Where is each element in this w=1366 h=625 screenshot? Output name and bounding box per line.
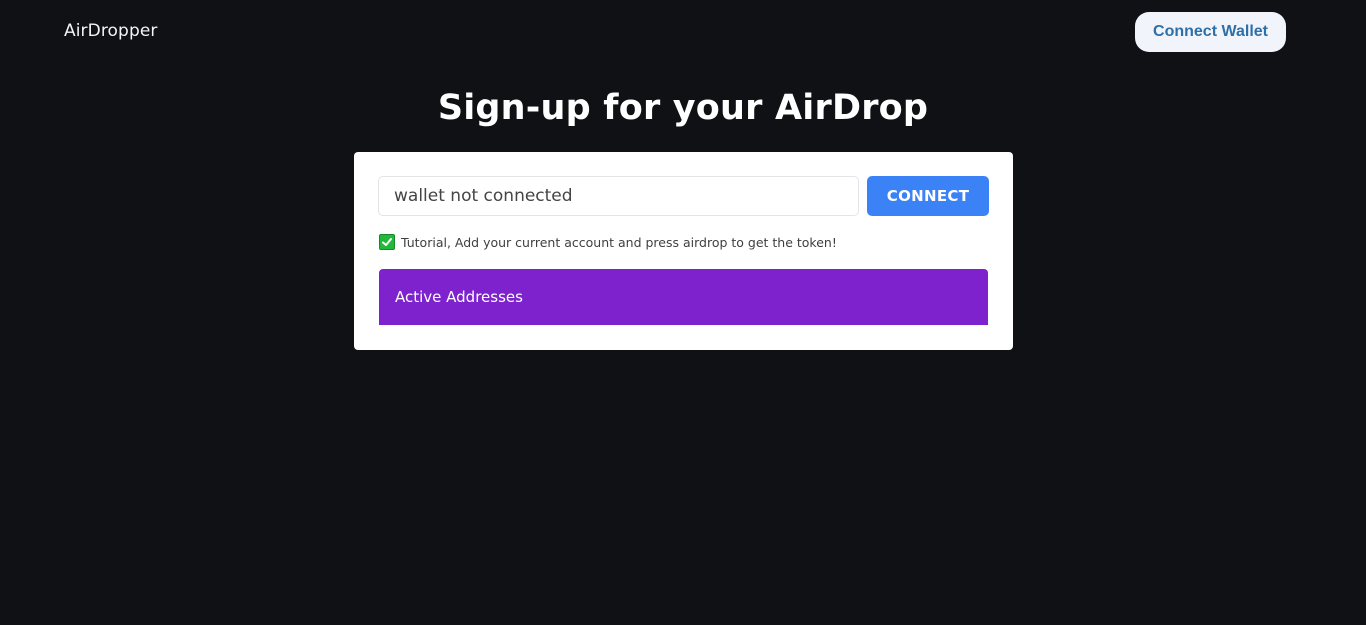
- page: AirDropper Connect Wallet Sign-up for yo…: [0, 0, 1366, 625]
- check-mark-icon: [379, 234, 395, 250]
- wallet-address-input[interactable]: [378, 176, 859, 216]
- page-title: Sign-up for your AirDrop: [437, 88, 929, 128]
- active-addresses-title: Active Addresses: [395, 288, 523, 306]
- tutorial-note: Tutorial, Add your current account and p…: [379, 234, 837, 250]
- brand-name: AirDropper: [64, 21, 158, 41]
- connect-wallet-button[interactable]: Connect Wallet: [1135, 12, 1286, 52]
- active-addresses-panel: Active Addresses: [379, 269, 988, 325]
- connect-button[interactable]: CONNECT: [867, 176, 989, 216]
- signup-card: CONNECT Tutorial, Add your current accou…: [354, 152, 1013, 350]
- tutorial-text: Tutorial, Add your current account and p…: [401, 234, 837, 250]
- check-mark-icon-graphic: [382, 238, 392, 246]
